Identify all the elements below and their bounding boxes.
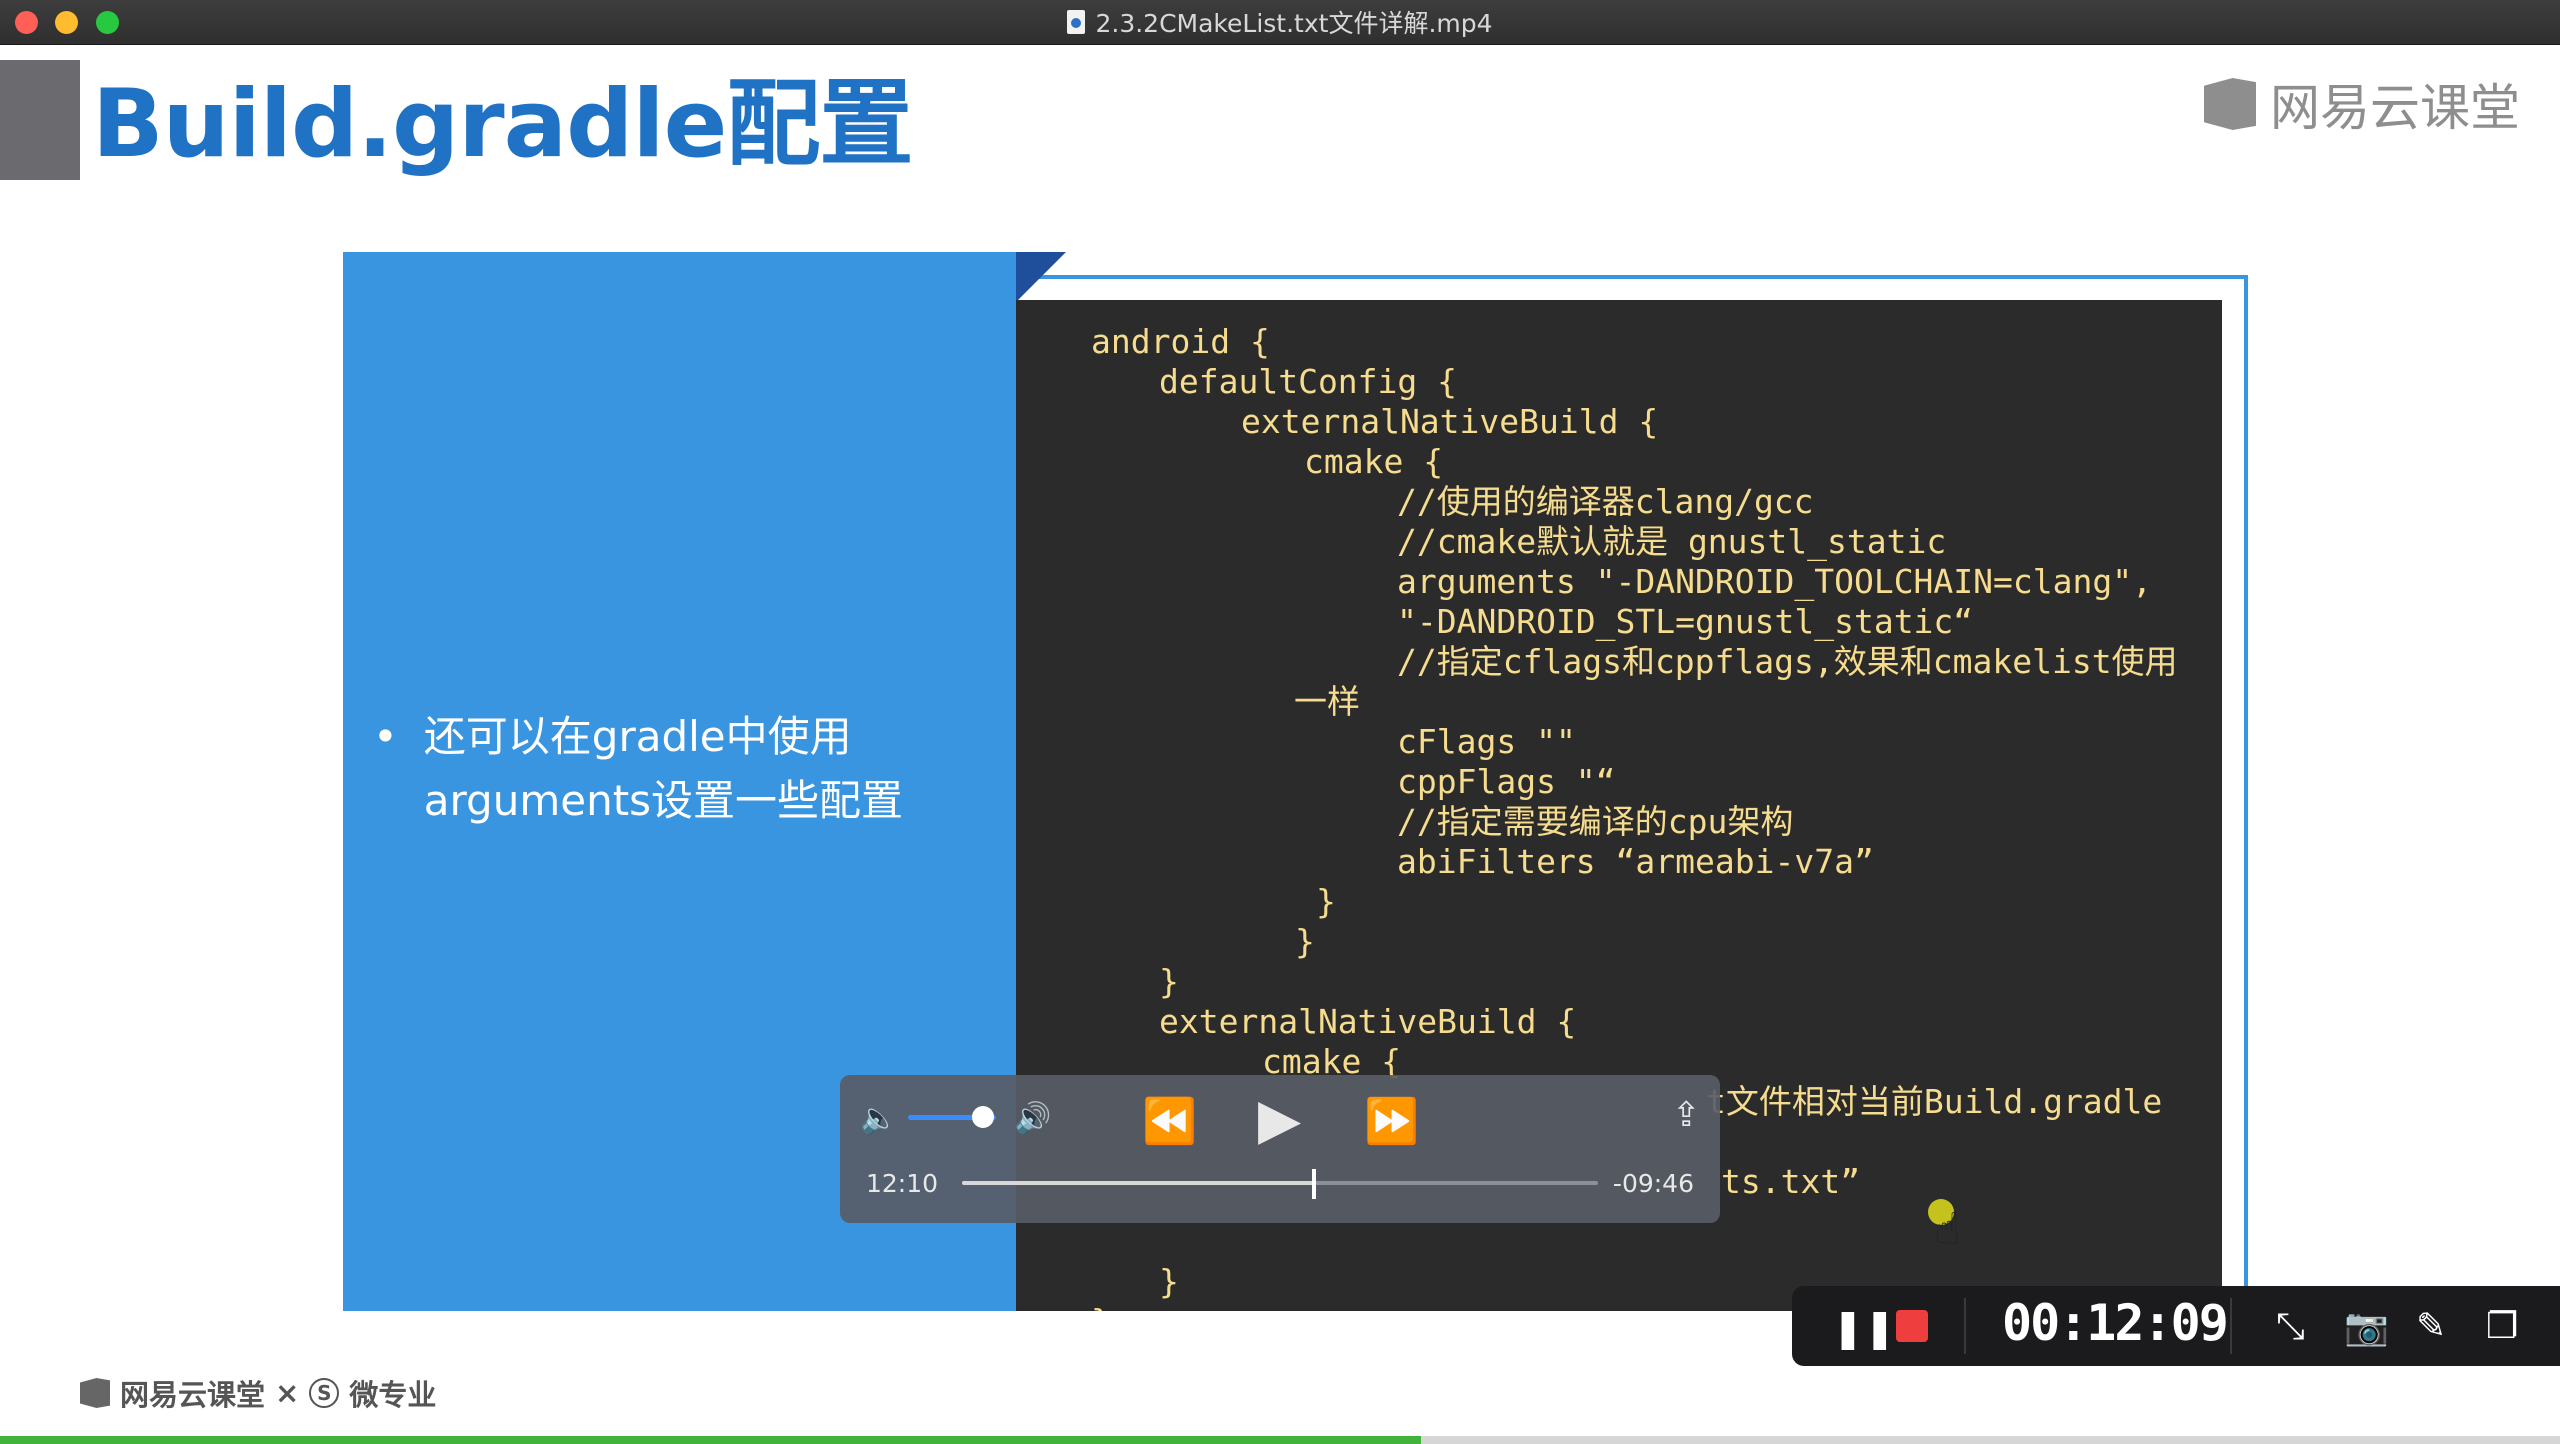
toolbar-divider — [1964, 1298, 1966, 1354]
toolbar-divider — [2230, 1298, 2232, 1354]
code-line: } — [1091, 1302, 1111, 1311]
scrubber-playhead[interactable] — [1312, 1169, 1317, 1199]
code-line: android { — [1091, 322, 1270, 361]
pen-icon[interactable]: ✎ — [2416, 1306, 2446, 1347]
code-line: "-DANDROID_STL=gnustl_static“ — [1397, 602, 1974, 641]
window-titlebar: 2.3.2CMakeList.txt文件详解.mp4 — [0, 0, 2560, 45]
bullet-dot: • — [373, 712, 398, 761]
bullet-text: 还可以在gradle中使用arguments设置一些配置 — [423, 712, 904, 825]
code-line: abiFilters “armeabi-v7a” — [1397, 842, 1874, 881]
code-line: } — [1159, 962, 1179, 1001]
video-file-icon — [1067, 10, 1086, 34]
remaining-time: -09:46 — [1612, 1169, 1694, 1198]
volume-high-icon[interactable]: 🔊 — [1014, 1101, 1051, 1136]
s-mark-icon: S — [309, 1378, 340, 1408]
footer-brand: 网易云课堂 — [120, 1378, 266, 1412]
hand-cursor-icon: ☝ — [1934, 1204, 1961, 1255]
recording-toolbar: ❚❚ 00:12:09 ⤡ 📷 ✎ ❐ — [1792, 1286, 2560, 1366]
code-line: defaultConfig { — [1159, 362, 1458, 401]
code-line: } — [1316, 882, 1336, 921]
video-controller: 🔈 🔊 ⏪ ▶ ⏩ ⇪ 12:10 -09:46 — [840, 1075, 1720, 1223]
code-line: } — [1159, 1262, 1179, 1301]
stop-recording-button[interactable] — [1896, 1310, 1928, 1342]
window-title-area: 2.3.2CMakeList.txt文件详解.mp4 — [0, 0, 2560, 44]
play-button[interactable]: ▶ — [1258, 1087, 1301, 1152]
pause-recording-button[interactable]: ❚❚ — [1832, 1306, 1896, 1350]
footer-separator: × — [275, 1376, 300, 1410]
code-line: //指定cflags和cppflags,效果和cmakelist使用 — [1397, 642, 2178, 681]
volume-slider-knob[interactable] — [971, 1106, 994, 1128]
code-line: //使用的编译器clang/gcc — [1397, 482, 1814, 521]
code-line: externalNativeBuild { — [1159, 1002, 1577, 1041]
window-title: 2.3.2CMakeList.txt文件详解.mp4 — [1095, 9, 1493, 38]
code-line: cppFlags "“ — [1397, 762, 1616, 801]
brand-name: 网易云课堂 — [2270, 79, 2520, 137]
scrubber-fill — [962, 1181, 1315, 1185]
share-button[interactable]: ⇪ — [1672, 1095, 1701, 1135]
panel-fold-corner — [1016, 252, 1066, 302]
code-line: //cmake默认就是 gnustl_static — [1397, 522, 1947, 561]
brand-logo: 网易云课堂 — [2204, 59, 2520, 149]
camera-icon[interactable]: 📷 — [2344, 1306, 2389, 1348]
bottom-progress-fill — [0, 1436, 1421, 1444]
window-mode-icon[interactable]: ❐ — [2486, 1306, 2518, 1347]
title-accent-block — [0, 60, 80, 180]
code-line: arguments "-DANDROID_TOOLCHAIN=clang", — [1397, 562, 2152, 601]
bullet-item: • 还可以在gradle中使用arguments设置一些配置 — [373, 705, 973, 833]
code-line: //指定需要编译的cpu架构 — [1397, 802, 1794, 841]
slide-canvas: Build.gradle配置 网易云课堂 • 还可以在gradle中使用argu… — [0, 45, 2560, 1444]
code-line: externalNativeBuild { — [1241, 402, 1659, 441]
recording-timer: 00:12:09 — [2002, 1294, 2229, 1352]
code-line: t文件相对当前Build.gradle — [1706, 1082, 2163, 1121]
volume-low-icon[interactable]: 🔈 — [860, 1101, 897, 1136]
rewind-button[interactable]: ⏪ — [1142, 1095, 1197, 1147]
code-line: } — [1295, 922, 1315, 961]
bottom-progress-track[interactable] — [0, 1436, 2560, 1444]
code-line: 一样 — [1294, 682, 1360, 721]
code-line: cmake { — [1304, 442, 1444, 481]
code-line: ts.txt” — [1721, 1162, 1861, 1201]
scrubber-track[interactable] — [962, 1169, 1598, 1199]
book-logo-icon — [2204, 78, 2256, 130]
slide-title: Build.gradle配置 — [92, 70, 913, 179]
footer-partner: 微专业 — [349, 1378, 437, 1412]
fast-forward-button[interactable]: ⏩ — [1364, 1095, 1419, 1147]
slide-footer: 网易云课堂 × S 微专业 — [80, 1373, 436, 1413]
footer-logo-icon — [80, 1378, 110, 1408]
code-line: cFlags "" — [1397, 722, 1576, 761]
exit-fullscreen-icon[interactable]: ⤡ — [2276, 1306, 2305, 1348]
elapsed-time: 12:10 — [866, 1169, 939, 1198]
